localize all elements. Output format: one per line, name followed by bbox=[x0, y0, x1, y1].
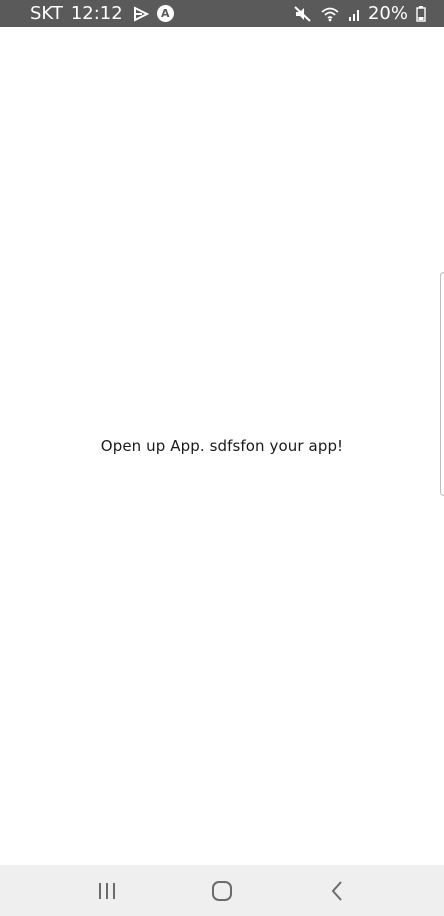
home-icon bbox=[211, 880, 232, 901]
status-left: SKT 12:12 A bbox=[30, 3, 182, 24]
battery-percentage: 20% bbox=[367, 3, 408, 24]
a-badge: A bbox=[156, 5, 174, 22]
recent-apps-icon bbox=[99, 882, 116, 899]
play-store-notification-icon bbox=[133, 5, 149, 22]
main-content: Open up App. sdfsfon your app! bbox=[0, 27, 444, 865]
recent-apps-button[interactable] bbox=[77, 871, 137, 911]
navigation-bar bbox=[0, 865, 444, 916]
wifi-icon bbox=[320, 6, 340, 22]
carrier-label: SKT bbox=[30, 3, 63, 24]
back-button[interactable] bbox=[307, 871, 367, 911]
back-icon bbox=[331, 880, 342, 901]
app-screen: SKT 12:12 A 20% Open up App. sdfsfon you… bbox=[0, 0, 444, 916]
home-button[interactable] bbox=[192, 871, 252, 911]
edge-panel-handle[interactable] bbox=[440, 272, 444, 496]
status-right: 20% bbox=[286, 3, 426, 24]
status-bar: SKT 12:12 A 20% bbox=[0, 0, 444, 27]
mute-icon bbox=[294, 5, 312, 22]
a-circle-notification-icon: A bbox=[156, 5, 174, 22]
clock: 12:12 bbox=[70, 3, 123, 24]
welcome-message: Open up App. sdfsfon your app! bbox=[100, 437, 344, 455]
cellular-signal-icon bbox=[348, 6, 362, 22]
battery-icon bbox=[416, 5, 426, 22]
